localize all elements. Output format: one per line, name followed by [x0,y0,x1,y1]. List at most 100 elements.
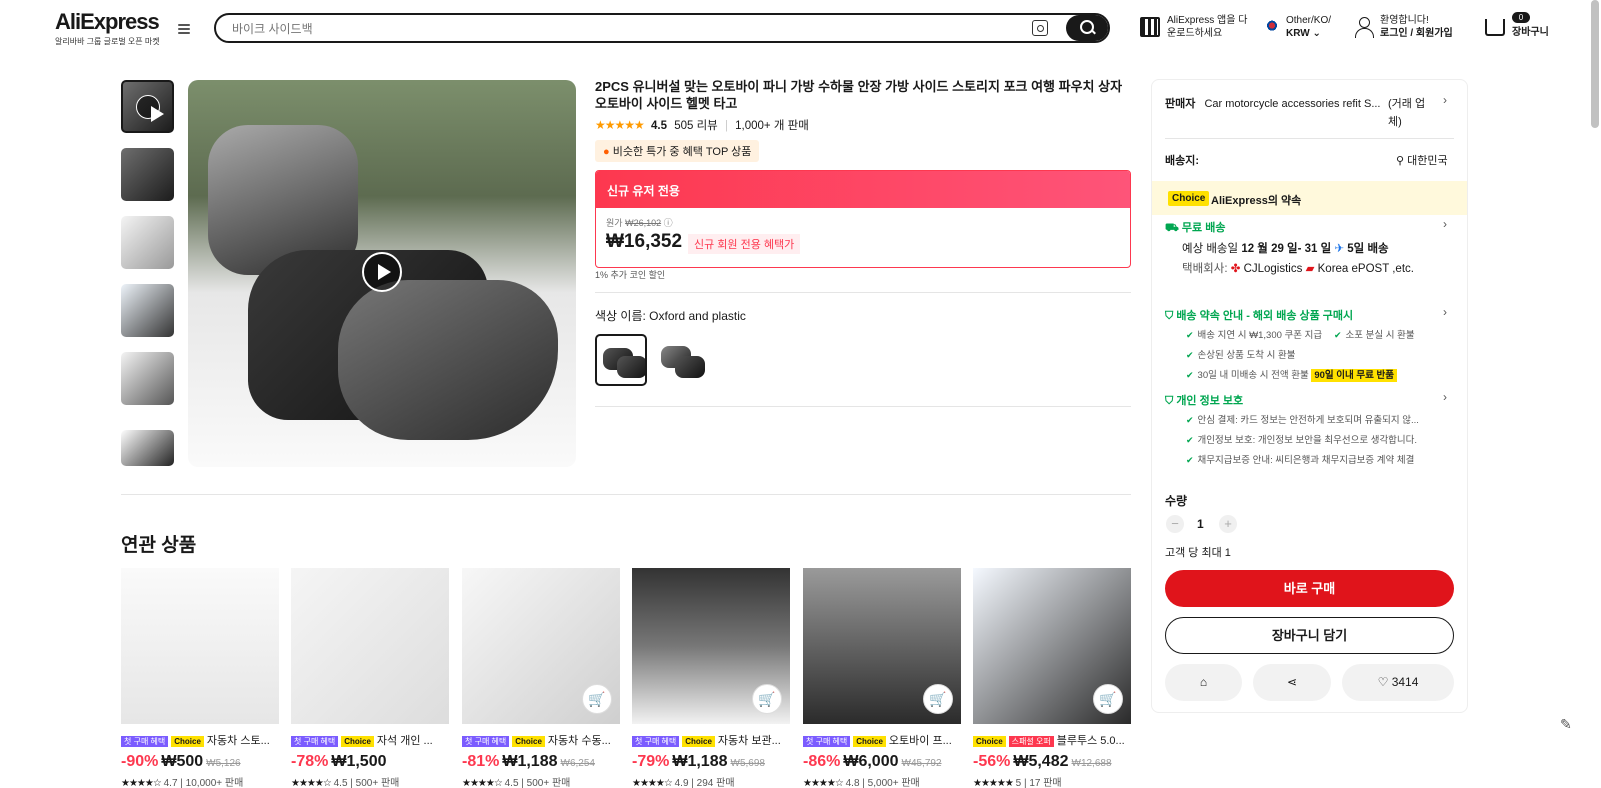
review-count[interactable]: 505 리뷰 [674,120,718,132]
play-icon [136,95,164,122]
product-image[interactable]: 🛒 [973,568,1131,724]
color-option-2[interactable] [655,334,707,386]
qr-code-icon[interactable] [1140,17,1160,37]
shield-icon: ⛉ [1165,395,1174,407]
free-shipping-row[interactable]: ⛟ 무료 배송 [1165,219,1225,236]
card-price-row: -78% ₩1,500 [291,753,449,771]
related-product-card[interactable]: 🛒 Choice 스패셜 오퍼 블루투스 5.0... -56% ₩5,482 ₩12,68… [973,568,1131,788]
card-sold: 294 판매 [696,778,735,788]
buy-now-button[interactable]: 바로 구매 [1165,570,1454,607]
p2: 개인정보 보호: 개인정보 보안을 최우선으로 생각합니다. [1197,435,1418,446]
korea-flag-icon [1265,20,1279,34]
chevron-right-icon[interactable]: › [1443,390,1447,404]
logo-subtitle: 알리바바 그룹 글로벌 오픈 마켓 [55,37,160,46]
promo-tag: 첫 구매 혜택 [291,736,339,747]
guarantee-item: ✔ 소포 분실 시 환불 [1334,330,1415,341]
cart-icon[interactable] [1485,19,1505,36]
card-discount: -79% [632,753,670,770]
product-image[interactable]: 🛒 [462,568,620,724]
card-old-price: ₩5,698 [730,758,765,769]
qty-value[interactable]: 1 [1197,517,1204,531]
card-rating-row: ★★★★☆ 4.9 | 294 판매 [632,778,735,788]
thumbnail-4[interactable] [121,284,174,337]
guarantee-item: ✔ 손상된 상품 도착 시 환불 [1186,350,1296,361]
heart-icon: ♡ [1377,675,1389,689]
menu-icon[interactable] [178,24,190,36]
thumbnail-5[interactable] [121,352,174,405]
thumbnail-2[interactable] [121,148,174,201]
est-days: 5일 배송 [1347,243,1389,255]
main-product-image[interactable] [188,80,576,467]
card-old-price: ₩45,792 [901,758,942,769]
product-image[interactable]: 🛒 [803,568,961,724]
coin-discount: 1% 추가 코인 할인 [595,270,666,280]
original-price-row: 원가 ₩26,102 ⓘ [606,216,673,229]
related-product-card[interactable]: 🛒 첫 구매 혜택 Choice 자동차 수동... -81% ₩1,188 ₩6,254 ★… [462,568,620,788]
chevron-right-icon[interactable]: › [1443,93,1447,107]
edit-icon[interactable]: ✎ [1560,716,1572,733]
ship-destination[interactable]: ⚲ 대한민국 [1396,152,1448,168]
thumbnail-6[interactable] [121,430,174,466]
product-image[interactable]: 🛒 [632,568,790,724]
chevron-right-icon[interactable]: › [1443,305,1447,319]
related-product-card[interactable]: 🛒 첫 구매 혜택 Choice 오토바이 프... -86% ₩6,000 ₩45,792… [803,568,961,788]
aliexpress-logo[interactable]: AliExpress 알리바바 그룹 글로벌 오픈 마켓 [55,10,165,47]
cart-label[interactable]: 장바구니 [1512,26,1549,39]
add-to-cart-button[interactable]: 장바구니 담기 [1165,617,1454,654]
card-price-row: -86% ₩6,000 ₩45,792 [803,753,961,771]
add-cart-icon[interactable]: 🛒 [1093,684,1123,714]
card-title-row: 첫 구매 혜택 Choice 자동차 보관... [632,732,790,748]
search-button[interactable] [1066,15,1108,41]
delivery-guarantee-row[interactable]: ⛉ 배송 약속 안내 - 해외 배송 상품 구매시 [1165,307,1353,323]
promo-tag: 첫 구매 혜택 [803,736,851,747]
login-signup-text: 로그인 / 회원가입 [1380,28,1453,39]
card-rating: 4.5 [333,778,348,788]
related-product-card[interactable]: 🛒 첫 구매 혜택 Choice 자동차 보관... -79% ₩1,188 ₩5,698 ★… [632,568,790,788]
video-play-icon[interactable] [362,252,402,292]
store-icon: ⌂ [1199,675,1208,689]
search-input[interactable] [232,19,1012,39]
related-product-card[interactable]: 첫 구매 혜택 Choice 자석 개인 ... -78% ₩1,500 ★★★★☆ 4.… [291,568,449,788]
thumbnail-3[interactable] [121,216,174,269]
privacy-title: 개인 정보 보호 [1176,395,1244,407]
purchase-limit: 고객 당 최대 1 [1165,547,1231,559]
color-option-1[interactable] [595,334,647,386]
product-image[interactable] [121,568,279,724]
card-price: ₩1,188 [502,753,558,770]
scrollbar[interactable] [1591,0,1599,128]
card-discount: -78% [291,753,329,770]
seller-label: 판매자 [1165,98,1196,110]
card-name: 자동차 스토... [206,735,270,747]
store-button[interactable]: ⌂ [1165,664,1242,701]
card-price: ₩1,500 [331,753,387,770]
promo-tag: Choice [512,736,545,747]
add-cart-icon[interactable]: 🛒 [752,684,782,714]
user-icon[interactable] [1355,17,1374,38]
card-name: 자동차 보관... [717,735,781,747]
app-download-link[interactable]: AliExpress 앱을 다 운로드하세요 [1167,14,1247,40]
thumbnail-video[interactable] [121,80,174,133]
related-product-card[interactable]: 첫 구매 혜택 Choice 자동차 스토... -90% ₩500 ₩5,126 ★★★★… [121,568,279,788]
product-image[interactable] [291,568,449,724]
guarantee-title: 배송 약속 안내 - 해외 배송 상품 구매시 [1176,310,1354,322]
image-search-icon[interactable] [1032,20,1048,36]
locale-selector[interactable]: Other/KO/ KRW ⌄ [1286,14,1331,40]
privacy-row[interactable]: ⛉ 개인 정보 보호 [1165,392,1243,408]
free-ship-text: 무료 배송 [1181,222,1226,234]
card-old-price: ₩12,688 [1071,758,1112,769]
add-cart-icon[interactable]: 🛒 [923,684,953,714]
card-title-row: 첫 구매 혜택 Choice 자동차 스토... [121,732,279,748]
rating-value: 4.5 [651,120,667,132]
share-button[interactable]: ⋖ [1253,664,1331,701]
add-cart-icon[interactable]: 🛒 [582,684,612,714]
free-return-tag: 90일 이내 무료 반품 [1311,369,1398,382]
qty-decrease-button[interactable]: − [1166,515,1184,533]
login-link[interactable]: 환영합니다! 로그인 / 회원가입 [1380,14,1453,40]
card-discount: -81% [462,753,500,770]
chevron-right-icon[interactable]: › [1443,217,1447,231]
wishlist-button[interactable]: ♡ 3414 [1342,664,1454,701]
privacy-item: ✔ 개인정보 보호: 개인정보 보안을 최우선으로 생각합니다. [1186,435,1418,446]
card-name: 오토바이 프... [888,735,952,747]
qty-increase-button[interactable]: + [1219,515,1237,533]
info-icon[interactable]: ⓘ [664,218,673,228]
